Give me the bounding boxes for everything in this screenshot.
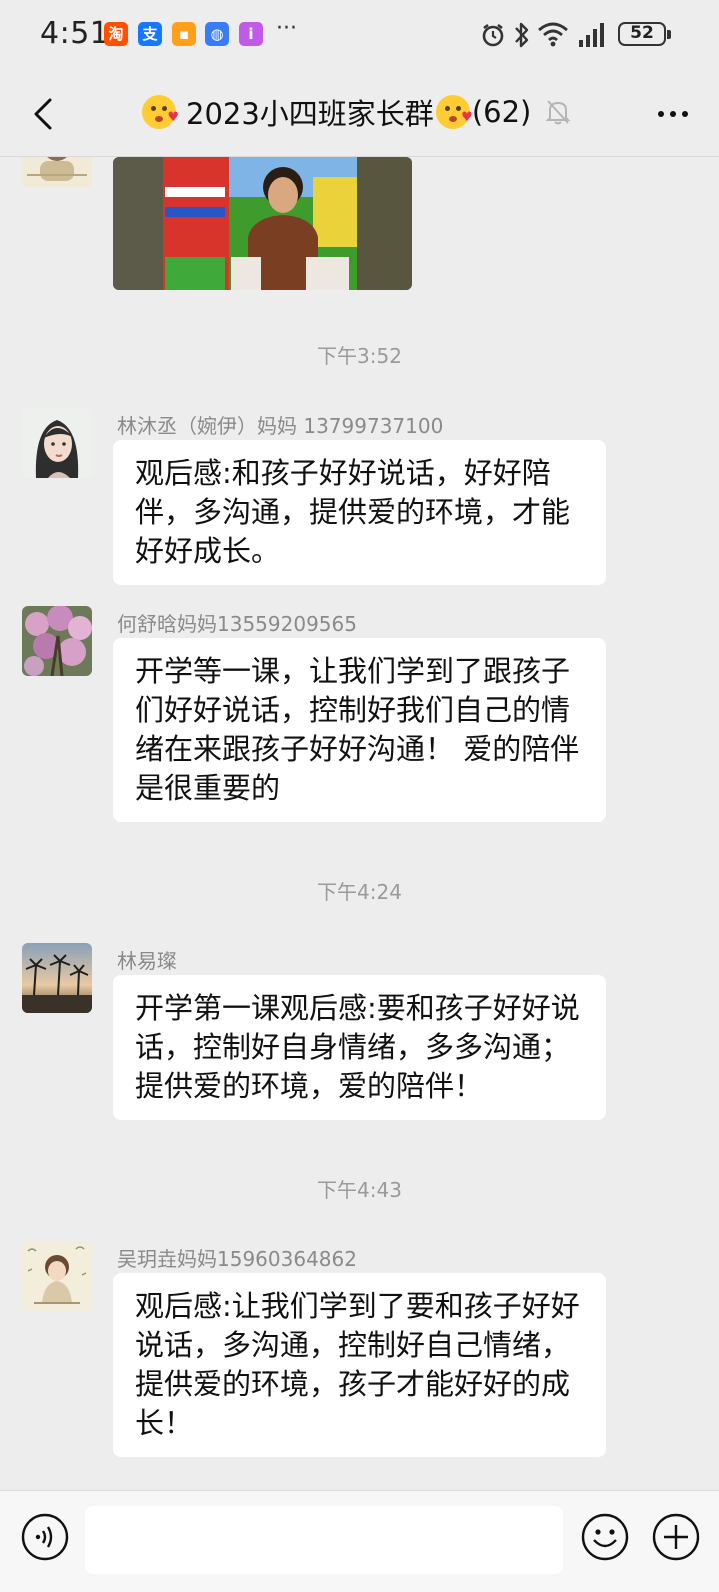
chat-title-area[interactable]: ♥ 2023小四班家长群 ♥ (62) [140, 90, 571, 134]
taobao-app-icon: 淘 [104, 22, 128, 46]
voice-input-button[interactable] [21, 1513, 69, 1561]
mute-bell-icon [545, 100, 571, 125]
kiss-emoji-icon: ♥ [435, 95, 473, 129]
orange-app-icon: ▪ [172, 22, 196, 46]
video-thumbnail[interactable] [113, 157, 412, 290]
timestamp: 下午3:52 [317, 344, 402, 368]
browser-app-icon: ◍ [205, 22, 229, 46]
sender-name: 何舒晗妈妈13559209565 [117, 612, 357, 636]
signal-icon [579, 23, 604, 47]
avatar[interactable] [22, 1241, 92, 1311]
chat-title: 2023小四班家长群 [186, 97, 434, 131]
message-bubble[interactable]: 开学等一课，让我们学到了跟孩子们好好说话，控制好我们自己的情绪在来跟孩子好好沟通… [113, 638, 606, 822]
back-button[interactable] [26, 92, 66, 136]
wifi-icon [538, 22, 568, 47]
bluetooth-icon [515, 22, 529, 48]
sender-name: 吴玥垚妈妈15960364862 [117, 1247, 357, 1271]
battery-tip [667, 30, 671, 39]
timestamp: 下午4:24 [317, 880, 402, 904]
member-count: (62) [471, 95, 532, 129]
message-bubble[interactable]: 观后感:让我们学到了要和孩子好好说话，多沟通，控制好自己情绪，提供爱的环境，孩子… [113, 1273, 606, 1457]
battery-indicator: 52 [618, 22, 666, 46]
message-bubble[interactable]: 观后感:和孩子好好说话，好好陪伴，多沟通，提供爱的环境，才能好好成长。 [113, 440, 606, 585]
alarm-icon [482, 23, 504, 47]
timestamp: 下午4:43 [317, 1178, 402, 1202]
status-bar: 4:51 淘支 ▪ ◍ i ··· 52 [0, 0, 719, 72]
message-bubble[interactable]: 开学第一课观后感:要和孩子好好说话，控制好自身情绪，多多沟通；提供爱的环境，爱的… [113, 975, 606, 1120]
chat-header: ♥ 2023小四班家长群 ♥ (62) [0, 72, 719, 157]
more-functions-button[interactable] [651, 1512, 701, 1562]
more-options-button[interactable] [653, 98, 693, 130]
sender-name: 林沐丞（婉伊）妈妈 13799737100 [117, 414, 444, 438]
alipay-app-icon: 支 [138, 22, 162, 46]
message-input[interactable] [85, 1506, 563, 1574]
message-list[interactable]: 下午3:52 林沐丞（婉伊）妈妈 13799737100 观后感:和孩子好好说话… [0, 157, 719, 1470]
avatar[interactable] [22, 943, 92, 1013]
avatar[interactable] [22, 606, 92, 676]
avatar[interactable] [22, 408, 92, 478]
status-more-indicator: ··· [276, 16, 297, 41]
kiss-emoji-icon: ♥ [142, 95, 179, 129]
emoji-button[interactable] [580, 1512, 630, 1562]
avatar[interactable] [22, 157, 92, 187]
status-time: 4:51 [40, 16, 110, 51]
sender-name: 林易璨 [117, 949, 177, 973]
purple-app-icon: i [239, 22, 263, 46]
input-bar [0, 1490, 719, 1592]
